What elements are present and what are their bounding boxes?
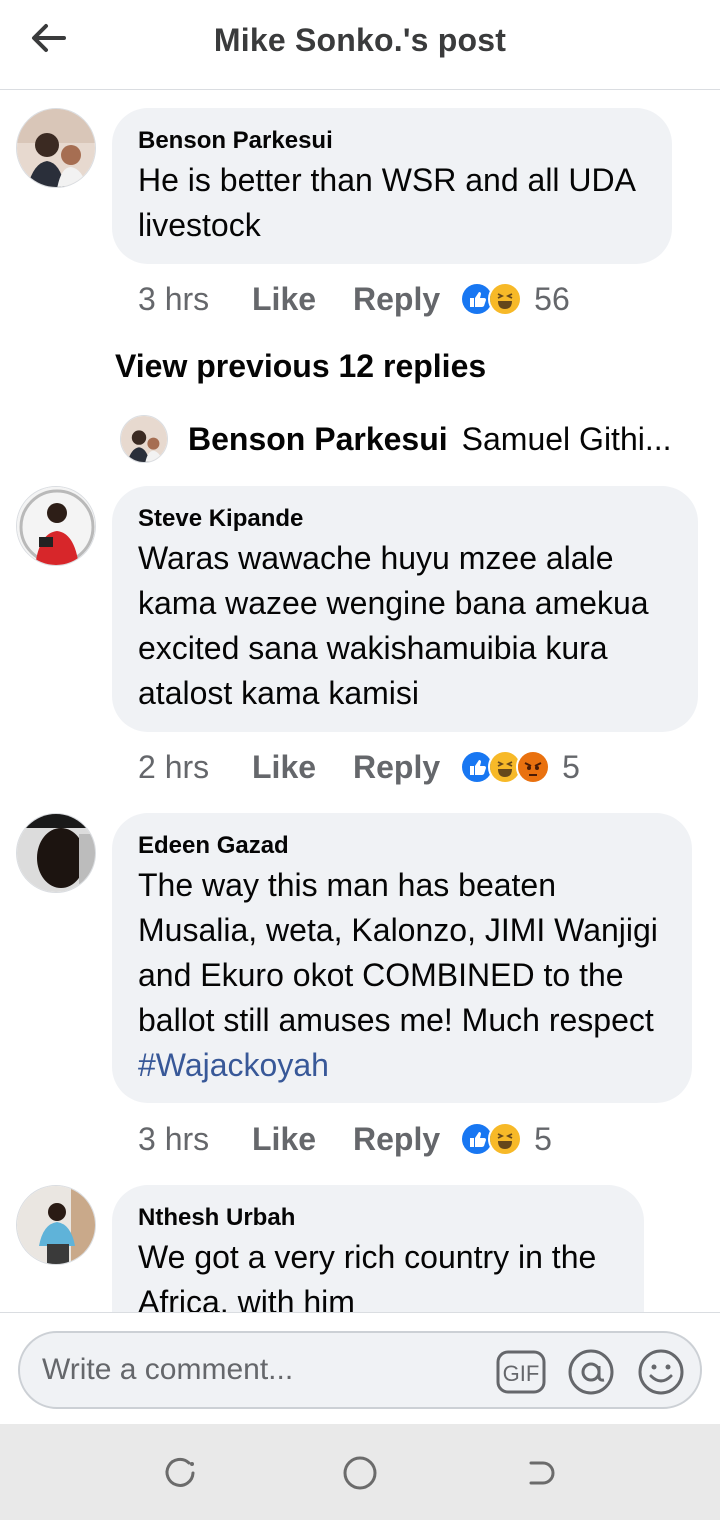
like-button[interactable]: Like	[252, 281, 353, 318]
emoji-icon	[638, 1349, 684, 1395]
comment-actions: 3 hrs Like Reply 5	[138, 1119, 552, 1159]
page-title: Mike Sonko.'s post	[213, 22, 507, 58]
avatar-photo	[17, 1186, 95, 1264]
angry-reaction-icon	[516, 750, 551, 784]
comment-author[interactable]: Benson Parkesui	[138, 126, 646, 156]
avatar-photo	[17, 814, 95, 892]
reply-button[interactable]: Reply	[353, 749, 440, 786]
comment-text: He is better than WSR and all UDA livest…	[138, 162, 635, 243]
avatar[interactable]	[16, 486, 96, 566]
avatar[interactable]	[16, 108, 96, 188]
comment-author[interactable]: Nthesh Urbah	[138, 1203, 618, 1233]
back-nav-button[interactable]	[515, 1448, 565, 1498]
reply-button[interactable]: Reply	[353, 1121, 440, 1158]
reply-button[interactable]: Reply	[353, 281, 440, 318]
reaction-count[interactable]: 5	[534, 1121, 552, 1158]
reactions[interactable]	[460, 750, 551, 784]
reactions[interactable]	[460, 1122, 523, 1156]
comment-bubble: Steve Kipande Waras wawache huyu mzee al…	[112, 486, 698, 732]
reply-snippet: Samuel Githi...	[461, 420, 672, 457]
haha-reaction-icon	[488, 1122, 523, 1156]
home-button[interactable]	[335, 1448, 385, 1498]
comment-input[interactable]	[42, 1343, 482, 1397]
comment-bubble: Benson Parkesui He is better than WSR an…	[112, 108, 672, 264]
comment-body: The way this man has beaten Musalia, wet…	[138, 867, 658, 1038]
reply-author: Benson Parkesui	[188, 420, 448, 457]
avatar[interactable]	[16, 1185, 96, 1265]
top-bar: Mike Sonko.'s post	[0, 0, 720, 90]
comment-time[interactable]: 3 hrs	[138, 281, 252, 318]
gif-icon: GIF	[496, 1350, 546, 1394]
comment-input-container[interactable]: GIF	[18, 1331, 702, 1409]
comment-actions: 2 hrs Like Reply 5	[138, 747, 580, 787]
haha-reaction-icon	[488, 282, 523, 316]
gif-button[interactable]: GIF	[496, 1347, 546, 1397]
comment-author[interactable]: Edeen Gazad	[138, 831, 666, 861]
like-button[interactable]: Like	[252, 1121, 353, 1158]
back-nav-icon	[529, 1461, 555, 1485]
gif-label: GIF	[503, 1361, 540, 1386]
recents-icon	[165, 1457, 195, 1487]
reaction-count[interactable]: 5	[562, 749, 580, 786]
avatar	[120, 415, 168, 463]
comment-actions: 3 hrs Like Reply 56	[138, 279, 570, 319]
comment-time[interactable]: 2 hrs	[138, 749, 252, 786]
like-button[interactable]: Like	[252, 749, 353, 786]
view-previous-replies-link[interactable]: View previous 12 replies	[115, 348, 486, 385]
reaction-count[interactable]: 56	[534, 281, 570, 318]
mention-button[interactable]	[566, 1347, 616, 1397]
comment-author[interactable]: Steve Kipande	[138, 504, 672, 534]
comment-bubble: Edeen Gazad The way this man has beaten …	[112, 813, 692, 1103]
at-mention-icon	[568, 1349, 614, 1395]
recents-button[interactable]	[155, 1448, 205, 1498]
reactions[interactable]	[460, 282, 523, 316]
system-navigation-bar	[0, 1424, 720, 1520]
reply-preview[interactable]: Benson Parkesui Samuel Githi...	[120, 414, 700, 464]
comment-time[interactable]: 3 hrs	[138, 1121, 252, 1158]
home-circle-icon	[343, 1456, 377, 1490]
comment-text: Waras wawache huyu mzee alale kama wazee…	[138, 540, 649, 711]
avatar-photo	[17, 487, 95, 565]
avatar-photo	[17, 109, 95, 187]
avatar[interactable]	[16, 813, 96, 893]
comment-composer: GIF	[0, 1312, 720, 1424]
hashtag-link[interactable]: #Wajackoyah	[138, 1047, 329, 1083]
emoji-button[interactable]	[636, 1347, 686, 1397]
comment-text: The way this man has beaten Musalia, wet…	[138, 863, 666, 1088]
